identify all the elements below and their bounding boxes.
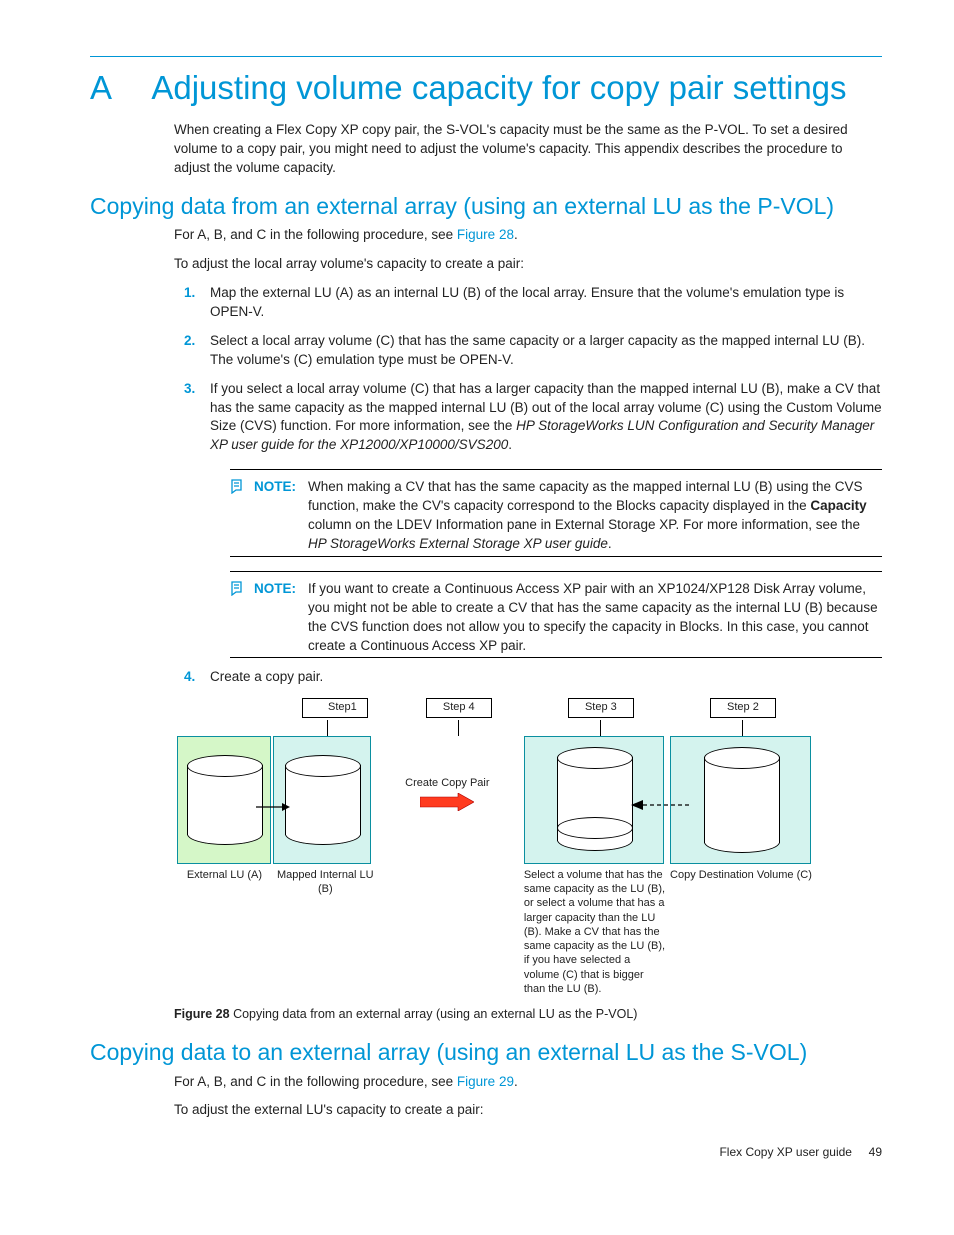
note1: NOTE: When making a CV that has the same… <box>230 478 882 554</box>
arrow-icon <box>256 802 290 812</box>
note2-label: NOTE: <box>254 580 296 599</box>
s1-intro-pre: For A, B, and C in the following procedu… <box>174 227 457 242</box>
step-4: Create a copy pair. <box>190 668 882 687</box>
note1-title: HP StorageWorks External Storage XP user… <box>308 536 608 551</box>
note1-top-rule <box>230 469 882 470</box>
note1-bottom-rule <box>230 556 882 557</box>
fig-step2-box: Step 2 <box>710 698 776 717</box>
fig-panel-copy-destination <box>670 736 811 864</box>
step-3-text-b: . <box>508 437 512 452</box>
cylinder-sliced-icon <box>557 747 631 851</box>
s2-intro: For A, B, and C in the following procedu… <box>174 1073 882 1092</box>
fig-caption-text: Copying data from an external array (usi… <box>233 1007 637 1021</box>
page-top-rule <box>90 56 882 57</box>
fig-label-c-title: Copy Destination Volume (C) <box>668 864 814 1001</box>
fig-label-a: External LU (A) <box>174 864 275 1001</box>
appendix-title: Adjusting volume capacity for copy pair … <box>151 69 846 106</box>
fig-step4-box: Step 4 <box>426 698 492 717</box>
s1-intro2: To adjust the local array volume's capac… <box>174 255 882 274</box>
section1-heading: Copying data from an external array (usi… <box>90 192 882 221</box>
s2-intro-post: . <box>514 1074 518 1089</box>
figure29-link[interactable]: Figure 29 <box>457 1074 514 1089</box>
fig-create-copy-pair-label: Create Copy Pair <box>374 776 521 791</box>
page-footer: Flex Copy XP user guide 49 <box>719 1144 882 1161</box>
note2-text: If you want to create a Continuous Acces… <box>308 580 882 656</box>
note-icon <box>230 580 248 596</box>
step-4-text: Create a copy pair. <box>210 669 323 684</box>
note-icon <box>230 478 248 494</box>
intro-paragraph: When creating a Flex Copy XP copy pair, … <box>174 121 882 178</box>
big-arrow-icon <box>420 793 474 811</box>
step-1: Map the external LU (A) as an internal L… <box>190 284 882 322</box>
s1-intro-post: . <box>514 227 518 242</box>
note1-t1: When making a CV that has the same capac… <box>308 479 863 513</box>
s2-intro2: To adjust the external LU's capacity to … <box>174 1101 882 1120</box>
note1-t3: . <box>608 536 612 551</box>
s2-intro-pre: For A, B, and C in the following procedu… <box>174 1074 457 1089</box>
fig-label-b: Mapped Internal LU (B) <box>275 864 376 1001</box>
step-2: Select a local array volume (C) that has… <box>190 332 882 370</box>
note1-text: When making a CV that has the same capac… <box>308 478 882 554</box>
appendix-letter: A <box>90 69 144 107</box>
dashed-arrow-icon <box>631 798 689 812</box>
fig-panel-mapped-internal <box>273 736 371 864</box>
section2-heading: Copying data to an external array (using… <box>90 1038 882 1067</box>
figure28-link[interactable]: Figure 28 <box>457 227 514 242</box>
fig-step1-line <box>327 720 328 736</box>
cylinder-icon <box>187 755 261 845</box>
fig-panel-external-lu <box>177 736 271 864</box>
fig-step3-box: Step 3 <box>568 698 634 717</box>
note2-bottom-rule <box>230 657 882 658</box>
step-1-text: Map the external LU (A) as an internal L… <box>210 285 844 319</box>
figure-28: Step1 Step 4 Step 3 Step 2 <box>174 697 814 1000</box>
s1-intro: For A, B, and C in the following procedu… <box>174 226 882 245</box>
cylinder-icon <box>285 755 359 845</box>
note2: NOTE: If you want to create a Continuous… <box>230 580 882 656</box>
note1-label: NOTE: <box>254 478 296 497</box>
footer-doc-title: Flex Copy XP user guide <box>719 1145 852 1159</box>
cylinder-icon <box>704 747 778 853</box>
step-2-text: Select a local array volume (C) that has… <box>210 333 865 367</box>
fig-caption-label: Figure 28 <box>174 1007 230 1021</box>
fig-label-c-description: Select a volume that has the same capaci… <box>522 864 668 1001</box>
fig-step1-box: Step1 <box>302 698 368 717</box>
note2-top-rule <box>230 571 882 572</box>
fig-step3-line <box>600 720 601 736</box>
note1-t2: column on the LDEV Information pane in E… <box>308 517 860 532</box>
footer-page-number: 49 <box>869 1145 882 1159</box>
figure-28-caption: Figure 28 Copying data from an external … <box>174 1006 882 1024</box>
fig-step4-line <box>458 720 459 736</box>
step-3: If you select a local array volume (C) t… <box>190 380 882 659</box>
appendix-heading: A Adjusting volume capacity for copy pai… <box>90 69 882 107</box>
fig-step2-line <box>742 720 743 736</box>
note1-bold: Capacity <box>810 498 866 513</box>
